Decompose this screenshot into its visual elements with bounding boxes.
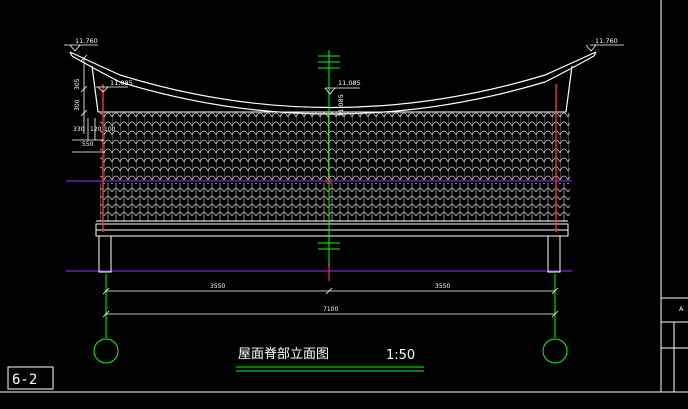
level-marker-left-eave bbox=[96, 86, 128, 93]
dim-305: 305 bbox=[74, 78, 81, 90]
dim-300: 300 bbox=[74, 99, 81, 111]
dim-100: 100 bbox=[104, 126, 116, 133]
dim-right-half: 3550 bbox=[435, 283, 450, 290]
roof-upper-curve bbox=[69, 51, 597, 109]
roof-lower-curve bbox=[71, 55, 595, 115]
level-right-top: 11.760 bbox=[595, 37, 618, 45]
level-left-top: 11.760 bbox=[75, 37, 98, 45]
dim-left-half: 3550 bbox=[210, 283, 225, 290]
right-column-base bbox=[547, 235, 561, 273]
dim-330: 330 bbox=[73, 126, 85, 133]
level-ridge-vertical: 11.085 bbox=[337, 94, 345, 117]
left-column-base bbox=[98, 235, 112, 273]
titleblock-mark: A bbox=[679, 305, 684, 313]
dim-120: 120 bbox=[90, 126, 102, 133]
drawing-scale: 1:50 bbox=[386, 348, 415, 363]
axis-bubble-left bbox=[93, 338, 119, 364]
left-eave-drop bbox=[91, 65, 99, 113]
level-marker-ridge bbox=[324, 87, 360, 95]
right-eave-drop bbox=[565, 65, 573, 113]
roof-profile bbox=[69, 51, 597, 115]
lower-tile-field bbox=[100, 183, 570, 221]
axis-bubble-right bbox=[542, 338, 568, 364]
cad-viewport[interactable]: 6-2 A 3550 3550 7100 305 300 330 120 100… bbox=[0, 0, 688, 409]
elevation-drawing: 6-2 A 3550 3550 7100 305 300 330 120 100… bbox=[0, 0, 688, 393]
sheet-number: 6-2 bbox=[12, 372, 37, 388]
dim-total: 7100 bbox=[323, 306, 338, 313]
upper-tile-field bbox=[100, 112, 570, 180]
level-marker-right-top bbox=[585, 44, 624, 52]
level-ridge: 11.085 bbox=[338, 79, 361, 87]
drawing-title: 屋面脊部立面图 bbox=[238, 347, 329, 362]
level-left-eave: 11.085 bbox=[110, 79, 133, 87]
level-marker-left-top bbox=[64, 44, 98, 52]
roof-tiles bbox=[100, 112, 570, 221]
dim-550: 550 bbox=[82, 141, 94, 148]
